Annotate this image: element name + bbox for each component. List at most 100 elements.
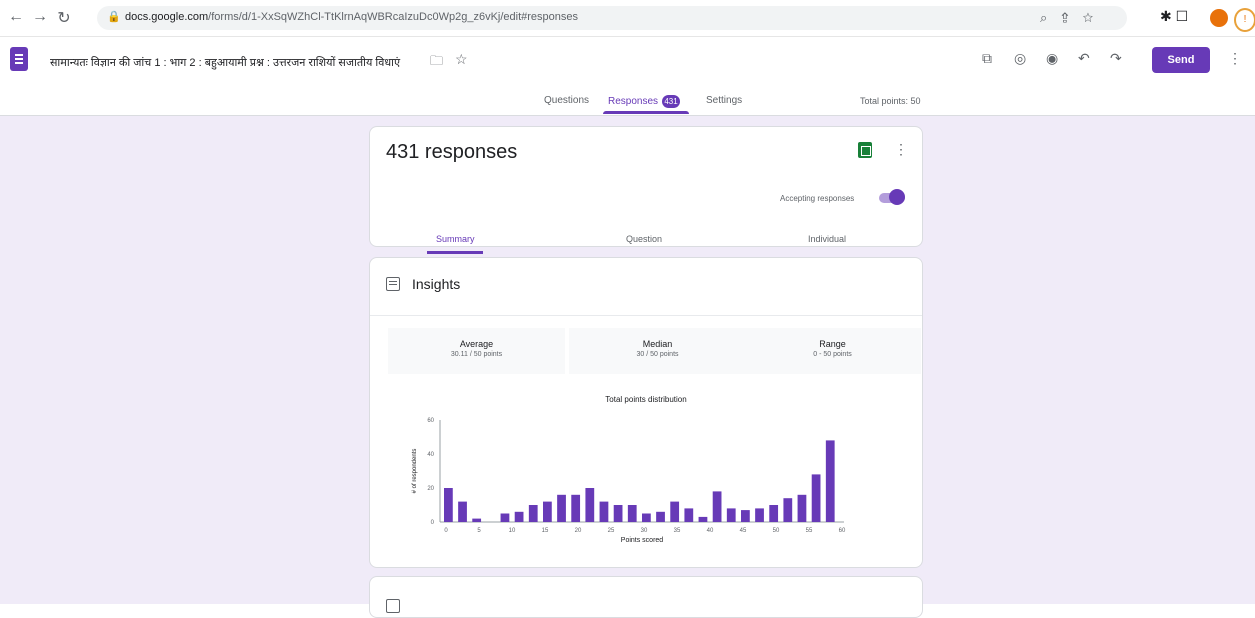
tab-responses[interactable]: Responses 431 bbox=[608, 95, 681, 108]
x-tick-label: 10 bbox=[509, 528, 516, 534]
url-text: docs.google.com/forms/d/1-XxSqWZhCl-TtKl… bbox=[125, 11, 579, 23]
chart-bar bbox=[698, 516, 708, 522]
move-to-folder-icon[interactable]: 🗀 bbox=[430, 52, 443, 74]
x-axis-label: Points scored bbox=[621, 537, 664, 544]
chart-bar bbox=[656, 511, 665, 522]
question-icon bbox=[386, 599, 400, 613]
chart-bar bbox=[528, 505, 538, 522]
insights-icon bbox=[386, 277, 400, 291]
extensions-icon[interactable]: ✱ ☐ bbox=[1160, 8, 1188, 25]
x-tick-label: 25 bbox=[608, 528, 615, 534]
redo-icon[interactable]: ↷ bbox=[1110, 50, 1122, 67]
address-bar-actions: ⌕⇪☆ bbox=[1040, 10, 1107, 26]
zoom-icon[interactable]: ⌕ bbox=[1040, 10, 1061, 25]
chart-bar bbox=[769, 505, 779, 522]
chart-bar bbox=[811, 474, 821, 522]
chart-bar bbox=[627, 505, 637, 522]
stat-label: Median bbox=[642, 339, 673, 349]
stat-label: Range bbox=[819, 339, 846, 349]
sheets-icon[interactable] bbox=[858, 142, 872, 158]
divider bbox=[370, 315, 922, 316]
insights-card: Insights Average 30.11 / 50 points Media… bbox=[369, 257, 923, 568]
tab-questions[interactable]: Questions bbox=[544, 95, 589, 106]
star-icon[interactable]: ☆ bbox=[455, 51, 468, 68]
x-tick-label: 35 bbox=[674, 528, 681, 534]
responses-canvas: 431 responses ⋮ Accepting responses Summ… bbox=[0, 116, 1255, 618]
question-card bbox=[369, 576, 923, 618]
y-tick-label: 40 bbox=[427, 452, 434, 458]
chart-bar bbox=[585, 488, 595, 522]
toggle-knob[interactable] bbox=[889, 189, 905, 205]
addon-icon[interactable]: ⧉ bbox=[982, 50, 992, 67]
chart-bar bbox=[613, 505, 623, 522]
stat-value: 30 / 50 points bbox=[636, 351, 679, 358]
address-bar[interactable]: 🔒 docs.google.com/forms/d/1-XxSqWZhCl-Tt… bbox=[97, 6, 1127, 30]
chart-bar bbox=[599, 501, 609, 522]
chart-bar bbox=[755, 508, 764, 522]
y-axis-label: # of respondents bbox=[412, 449, 418, 494]
chart-bar bbox=[543, 501, 552, 522]
y-tick-label: 60 bbox=[427, 418, 434, 424]
chart-bar bbox=[472, 518, 482, 522]
subtab-question[interactable]: Question bbox=[626, 234, 662, 244]
responses-summary-card: 431 responses ⋮ Accepting responses Summ… bbox=[369, 126, 923, 254]
stat-value: 30.11 / 50 points bbox=[450, 351, 503, 358]
stat-average: Average 30.11 / 50 points bbox=[388, 328, 565, 374]
palette-icon[interactable]: ◎ bbox=[1014, 50, 1026, 67]
chart-bar bbox=[797, 494, 807, 522]
x-tick-label: 45 bbox=[740, 528, 747, 534]
preview-eye-icon[interactable]: ◉ bbox=[1046, 50, 1058, 67]
chart-title: Total points distribution bbox=[605, 395, 686, 404]
reload-icon[interactable]: ↻ bbox=[54, 8, 74, 28]
chart-bar bbox=[500, 513, 510, 522]
x-tick-label: 40 bbox=[707, 528, 714, 534]
send-button[interactable]: Send bbox=[1152, 47, 1210, 73]
tab-settings[interactable]: Settings bbox=[706, 95, 742, 106]
chart-bar bbox=[712, 491, 722, 522]
stat-label: Average bbox=[459, 339, 494, 349]
chart-bar bbox=[741, 510, 750, 522]
total-points: Total points: 50 bbox=[860, 96, 921, 106]
x-tick-label: 20 bbox=[575, 528, 582, 534]
avatar[interactable] bbox=[1210, 9, 1228, 27]
chart-bar bbox=[514, 511, 524, 522]
stat-value: 0 - 50 points bbox=[813, 351, 852, 358]
share-icon[interactable]: ⇪ bbox=[1061, 10, 1082, 25]
subtab-summary[interactable]: Summary bbox=[436, 234, 475, 244]
accepting-responses-label: Accepting responses bbox=[780, 194, 855, 203]
chart-bar bbox=[825, 440, 835, 522]
chart-bar bbox=[726, 508, 736, 522]
insights-title: Insights bbox=[412, 276, 461, 292]
forms-header: सामान्यतः विज्ञान की जांच 1 : भाग 2 : बह… bbox=[0, 37, 1255, 87]
browser-toolbar: ← → ↻ 🔒 docs.google.com/forms/d/1-XxSqWZ… bbox=[0, 0, 1255, 37]
bookmark-star-icon[interactable]: ☆ bbox=[1083, 10, 1108, 25]
subtab-individual[interactable]: Individual bbox=[808, 234, 846, 244]
x-tick-label: 50 bbox=[773, 528, 780, 534]
sidepanel-icon[interactable]: ! bbox=[1234, 8, 1255, 32]
forward-icon[interactable]: → bbox=[30, 8, 50, 26]
stat-median: Median 30 / 50 points bbox=[569, 328, 746, 374]
active-subtab-indicator bbox=[427, 251, 483, 254]
chart-bar bbox=[444, 488, 453, 522]
x-tick-label: 15 bbox=[542, 528, 549, 534]
chart-bar bbox=[458, 501, 467, 522]
chart-bar bbox=[684, 508, 694, 522]
tab-responses-label: Responses bbox=[608, 96, 659, 108]
chart-bar bbox=[670, 501, 680, 522]
form-title[interactable]: सामान्यतः विज्ञान की जांच 1 : भाग 2 : बह… bbox=[50, 55, 400, 70]
responses-count-badge: 431 bbox=[662, 95, 681, 108]
x-tick-label: 30 bbox=[641, 528, 648, 534]
active-tab-indicator bbox=[603, 111, 689, 114]
x-tick-label: 5 bbox=[477, 528, 481, 534]
more-vert-icon[interactable]: ⋮ bbox=[894, 141, 908, 158]
y-tick-label: 20 bbox=[427, 486, 434, 492]
response-count: 431 responses bbox=[386, 141, 518, 163]
y-tick-label: 0 bbox=[431, 520, 435, 526]
chart-bar bbox=[557, 494, 566, 522]
form-tabs: Questions Responses 431 Settings Total po… bbox=[0, 87, 1255, 116]
undo-icon[interactable]: ↶ bbox=[1078, 50, 1090, 67]
forms-logo-icon[interactable] bbox=[10, 47, 28, 71]
back-icon[interactable]: ← bbox=[6, 8, 26, 26]
stat-range: Range 0 - 50 points bbox=[744, 328, 921, 374]
more-vert-icon[interactable]: ⋮ bbox=[1228, 50, 1242, 67]
